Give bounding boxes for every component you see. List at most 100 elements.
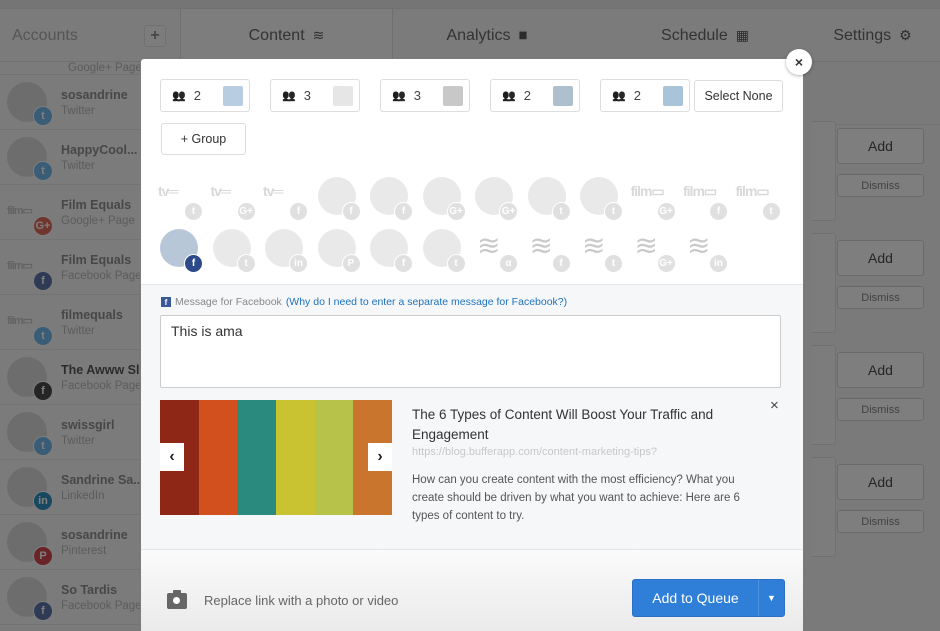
buffer-logo-icon: ≋ bbox=[634, 230, 658, 261]
add-to-queue-button[interactable]: Add to Queue bbox=[633, 580, 759, 616]
profile-avatar-google-plus[interactable]: G+ bbox=[422, 177, 466, 221]
users-icon: 👥 bbox=[612, 90, 626, 102]
profile-group-button[interactable]: 👥 2 bbox=[160, 79, 250, 112]
google-plus-icon: G+ bbox=[656, 202, 676, 221]
replace-link-button[interactable]: Replace link with a photo or video bbox=[204, 593, 398, 608]
profile-avatar-facebook[interactable]: film▭ f bbox=[683, 177, 728, 221]
profile-avatar-facebook[interactable]: f bbox=[370, 177, 413, 221]
facebook-icon: f bbox=[341, 202, 361, 221]
facebook-icon: f bbox=[394, 254, 413, 273]
remove-preview-button[interactable]: × bbox=[770, 397, 779, 414]
profile-avatar-facebook[interactable]: f bbox=[317, 177, 361, 221]
facebook-icon: f bbox=[394, 202, 413, 221]
facebook-icon: f bbox=[289, 202, 308, 221]
google-plus-icon: G+ bbox=[446, 202, 466, 221]
profile-avatar-app[interactable]: ≋ α bbox=[475, 229, 518, 273]
facebook-icon: f bbox=[551, 254, 571, 273]
profile-group-button[interactable]: 👥 2 bbox=[600, 79, 690, 112]
profile-selector: tv═ t tv═ G+ tv═ f f f G+ G+ t t film▭ G+ film▭ f film▭ t… bbox=[158, 177, 790, 281]
add-group-button[interactable]: + Group bbox=[161, 123, 246, 155]
tv-logo-icon: tv═ bbox=[158, 183, 178, 199]
group-thumbnail bbox=[553, 86, 573, 106]
facebook-icon: f bbox=[184, 254, 203, 273]
twitter-icon: t bbox=[551, 202, 571, 221]
film-logo-icon: film▭ bbox=[735, 183, 770, 199]
profile-group-button[interactable]: 👥 3 bbox=[380, 79, 470, 112]
profile-avatar-twitter[interactable]: t bbox=[580, 177, 623, 221]
users-icon: 👥 bbox=[392, 90, 406, 102]
twitter-icon: t bbox=[446, 254, 466, 273]
twitter-icon: t bbox=[604, 254, 623, 273]
group-thumbnail bbox=[443, 86, 463, 106]
message-label: f Message for Facebook (Why do I need to… bbox=[161, 296, 567, 308]
facebook-icon: f bbox=[709, 202, 728, 221]
profile-avatar-twitter[interactable]: ≋ t bbox=[580, 229, 623, 273]
buffer-logo-icon: ≋ bbox=[477, 230, 501, 261]
app-icon: α bbox=[499, 254, 518, 273]
camera-icon[interactable] bbox=[167, 590, 187, 609]
profile-avatar-google-plus[interactable]: film▭ G+ bbox=[630, 177, 676, 221]
profile-avatar-twitter[interactable]: tv═ t bbox=[158, 177, 203, 221]
composer-modal: 👥 2 👥 3 👥 3 👥 2 👥 2 Select None + Group tv═ t tv═ G+… bbox=[141, 59, 803, 631]
profile-avatar-twitter[interactable]: t bbox=[422, 229, 466, 273]
pinterest-icon: P bbox=[341, 254, 361, 273]
profile-avatar-facebook[interactable]: tv═ f bbox=[263, 177, 308, 221]
profile-group-button[interactable]: 👥 2 bbox=[490, 79, 580, 112]
link-preview-url: https://blog.bufferapp.com/content-marke… bbox=[412, 446, 657, 458]
close-modal-button[interactable]: × bbox=[786, 49, 812, 75]
buffer-logo-icon: ≋ bbox=[582, 230, 606, 261]
group-count: 2 bbox=[633, 88, 641, 103]
buffer-logo-icon: ≋ bbox=[529, 230, 553, 261]
previous-image-button[interactable]: ‹ bbox=[160, 443, 184, 471]
twitter-icon: t bbox=[236, 254, 256, 273]
tv-logo-icon: tv═ bbox=[210, 183, 231, 199]
users-icon: 👥 bbox=[172, 90, 186, 102]
profile-avatar-google-plus[interactable]: tv═ G+ bbox=[210, 177, 256, 221]
message-input[interactable] bbox=[160, 315, 781, 388]
group-count: 3 bbox=[303, 88, 311, 103]
app-root: Accounts + Content ≋ Analytics ▮▮ Schedu… bbox=[0, 0, 940, 631]
link-preview-image bbox=[160, 400, 392, 515]
composer-area: f Message for Facebook (Why do I need to… bbox=[141, 284, 803, 549]
group-thumbnail bbox=[223, 86, 243, 106]
group-count: 2 bbox=[523, 88, 531, 103]
group-thumbnail bbox=[333, 86, 353, 106]
profile-avatar-linkedin[interactable]: in bbox=[265, 229, 308, 273]
users-icon: 👥 bbox=[282, 90, 296, 102]
tv-logo-icon: tv═ bbox=[263, 183, 283, 199]
group-count: 2 bbox=[193, 88, 201, 103]
profile-avatar-twitter[interactable]: t bbox=[212, 229, 256, 273]
google-plus-icon: G+ bbox=[236, 202, 256, 221]
next-image-button[interactable]: › bbox=[368, 443, 392, 471]
profile-avatar-google-plus[interactable]: ≋ G+ bbox=[633, 229, 676, 273]
twitter-icon: t bbox=[761, 202, 781, 221]
queue-options-dropdown[interactable]: ▼ bbox=[759, 580, 784, 616]
profile-avatar-facebook[interactable]: ≋ f bbox=[528, 229, 571, 273]
group-thumbnail bbox=[663, 86, 683, 106]
buffer-logo-icon: ≋ bbox=[687, 230, 711, 261]
film-logo-icon: film▭ bbox=[683, 183, 717, 199]
profile-avatar-linkedin[interactable]: ≋ in bbox=[685, 229, 728, 273]
twitter-icon: t bbox=[184, 202, 203, 221]
users-icon: 👥 bbox=[502, 90, 516, 102]
twitter-icon: t bbox=[604, 202, 623, 221]
profile-avatar-facebook[interactable]: f bbox=[160, 229, 203, 273]
group-count: 3 bbox=[413, 88, 421, 103]
linkedin-icon: in bbox=[709, 254, 728, 273]
select-none-button[interactable]: Select None bbox=[694, 80, 783, 112]
link-preview-description: How can you create content with the most… bbox=[412, 474, 740, 522]
composer-footer: Replace link with a photo or video Add t… bbox=[141, 549, 803, 631]
profile-avatar-pinterest[interactable]: P bbox=[317, 229, 361, 273]
profile-avatar-facebook[interactable]: f bbox=[370, 229, 413, 273]
separate-message-help-link[interactable]: (Why do I need to enter a separate messa… bbox=[286, 296, 567, 308]
profile-group-button[interactable]: 👥 3 bbox=[270, 79, 360, 112]
film-logo-icon: film▭ bbox=[630, 183, 665, 199]
google-plus-icon: G+ bbox=[499, 202, 518, 221]
profile-avatar-twitter[interactable]: t bbox=[527, 177, 571, 221]
link-preview-title: The 6 Types of Content Will Boost Your T… bbox=[412, 407, 714, 442]
profile-avatar-google-plus[interactable]: G+ bbox=[475, 177, 518, 221]
facebook-icon: f bbox=[161, 297, 171, 307]
linkedin-icon: in bbox=[289, 254, 308, 273]
profile-avatar-twitter[interactable]: film▭ t bbox=[735, 177, 781, 221]
add-to-queue-split-button: Add to Queue ▼ bbox=[632, 579, 785, 617]
